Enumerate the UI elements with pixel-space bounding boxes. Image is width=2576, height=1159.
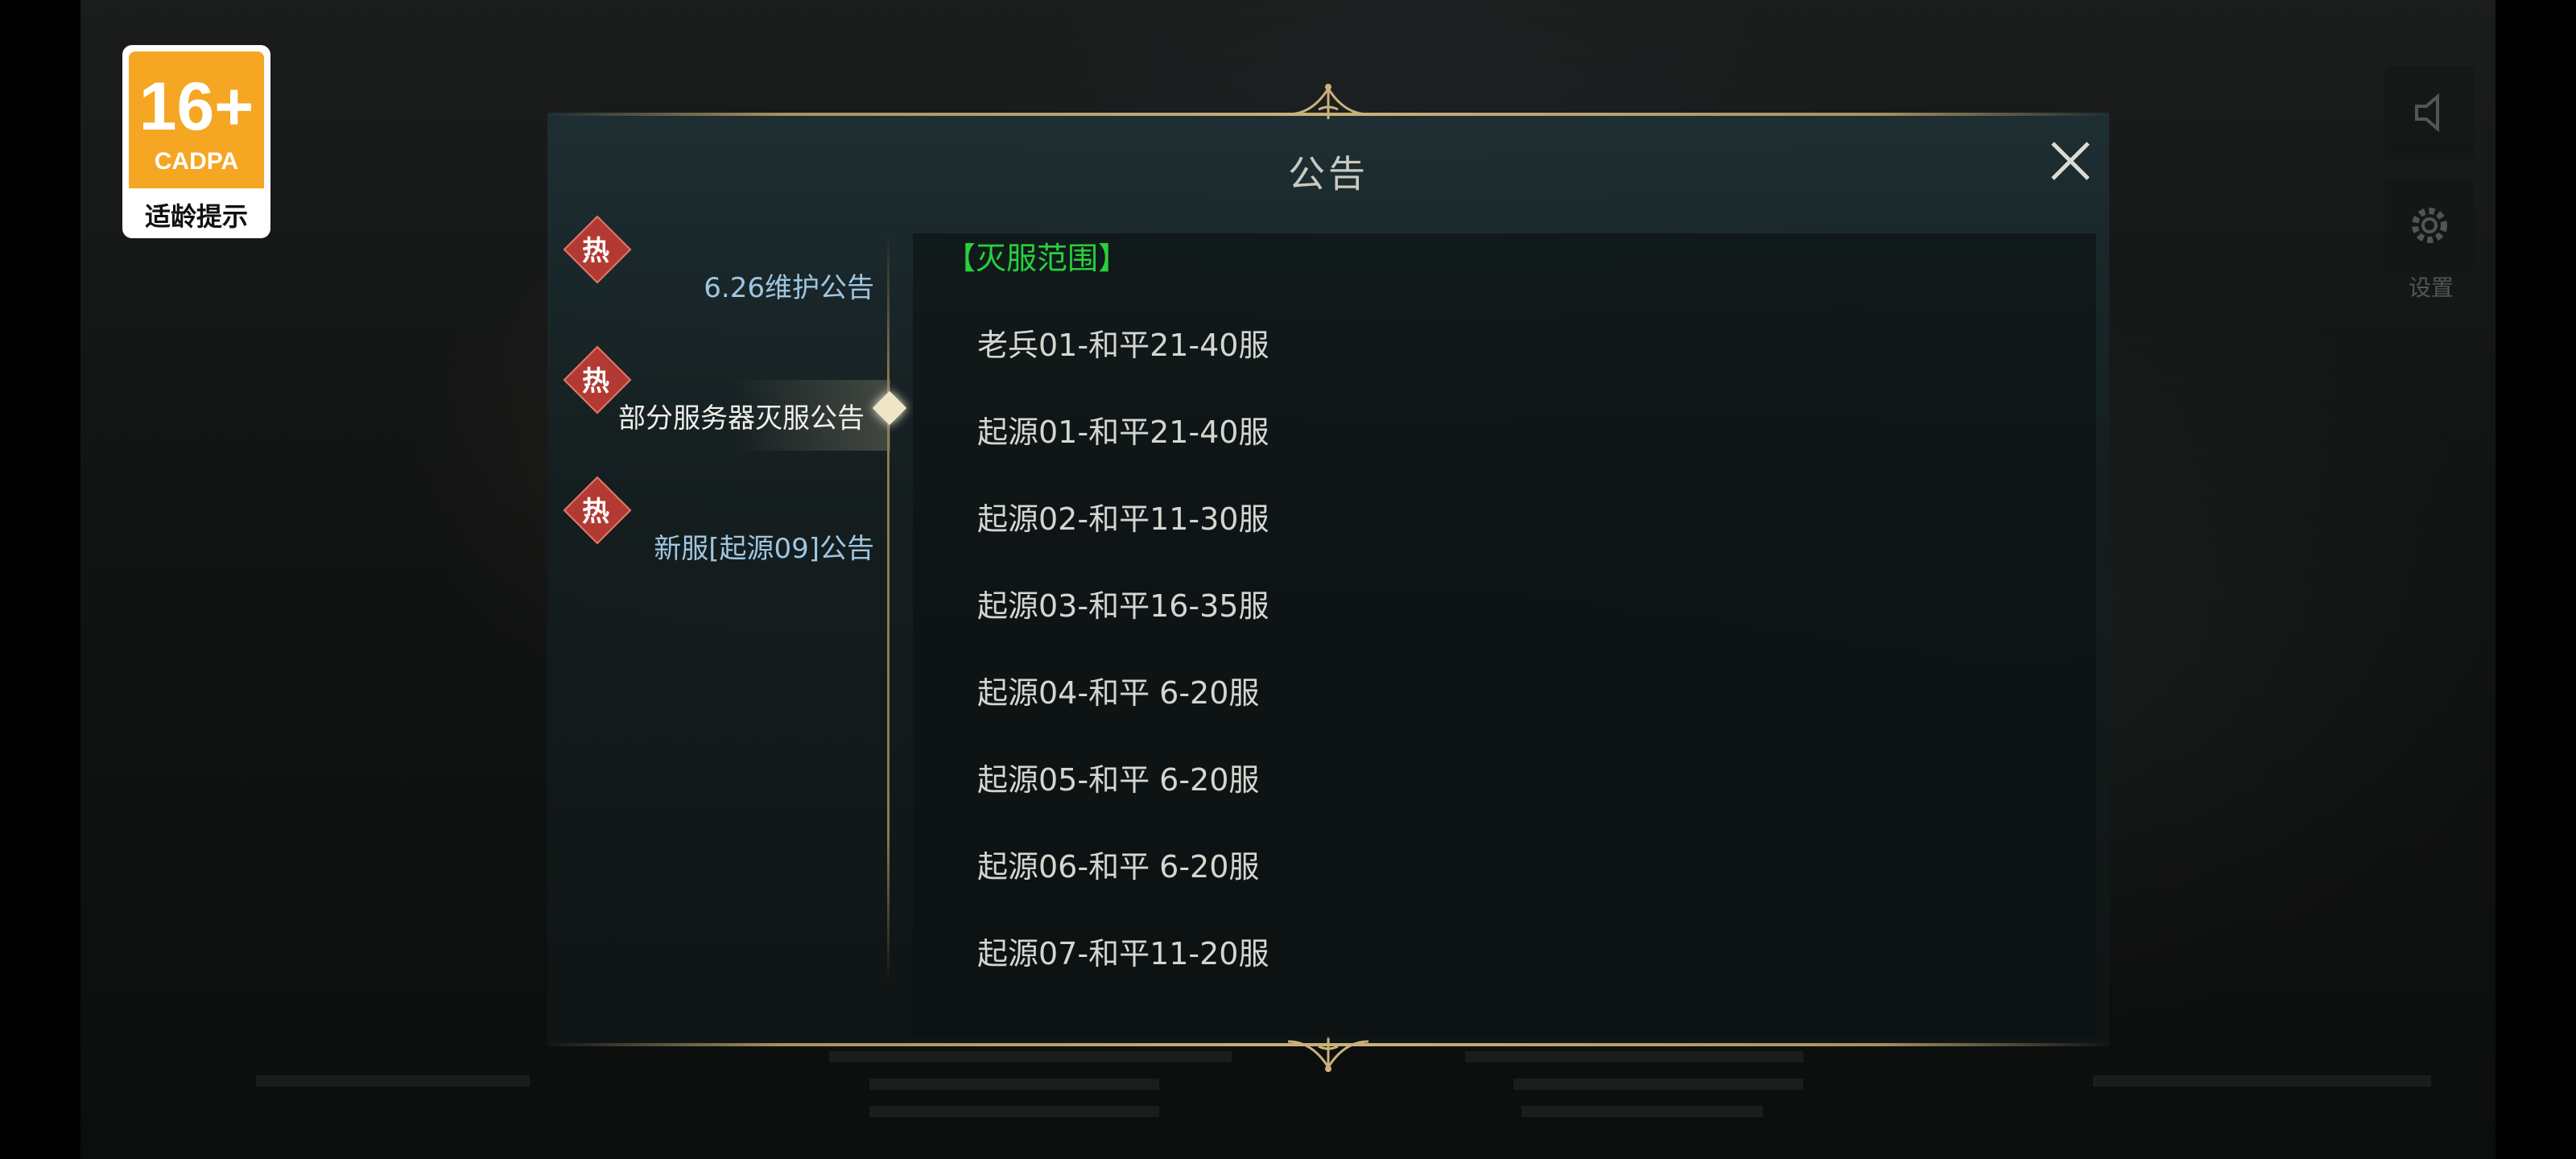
age-rating-label: 适龄提示 bbox=[144, 201, 248, 232]
close-button[interactable] bbox=[2038, 129, 2103, 193]
footer-legal-line bbox=[1465, 1051, 1803, 1062]
content-line: 起源03-和平16-35服 bbox=[977, 588, 1269, 624]
settings-label: 设置 bbox=[2408, 274, 2454, 301]
announcement-modal: 公告 热 6.26维护公告 热 部分服务器灭服公告 热 新服[起源09]公告 【… bbox=[547, 84, 2109, 1072]
footer-legal-line bbox=[256, 1075, 530, 1087]
footer-legal-line bbox=[1521, 1106, 1763, 1117]
close-icon bbox=[2051, 142, 2090, 180]
age-rating-number: 16+ bbox=[138, 68, 254, 144]
ornament-top-icon bbox=[1287, 84, 1369, 119]
content-line: 起源02-和平11-30服 bbox=[977, 501, 1269, 537]
tab-divider bbox=[887, 233, 890, 982]
tab-maintenance-626[interactable]: 热 6.26维护公告 bbox=[547, 215, 886, 322]
modal-title: 公告 bbox=[1288, 152, 1368, 196]
content-line: 起源06-和平 6-20服 bbox=[977, 849, 1260, 885]
footer-legal-line bbox=[869, 1079, 1159, 1090]
footer-legal-line bbox=[829, 1051, 1232, 1062]
announcement-content[interactable]: 【灭服范围】 老兵01-和平21-40服 起源01-和平21-40服 起源02-… bbox=[913, 233, 2096, 1038]
hot-badge: 热 bbox=[582, 234, 609, 267]
tab-label: 新服[起源09]公告 bbox=[654, 533, 874, 565]
content-line: 起源07-和平11-20服 bbox=[977, 936, 1269, 971]
content-line: 老兵01-和平21-40服 bbox=[977, 328, 1269, 363]
gear-icon bbox=[2412, 208, 2447, 243]
tab-label: 6.26维护公告 bbox=[704, 272, 874, 304]
hot-badge: 热 bbox=[582, 365, 609, 398]
tab-server-shutdown[interactable]: 热 部分服务器灭服公告 bbox=[547, 345, 890, 452]
content-heading: 【灭服范围】 bbox=[945, 241, 1129, 276]
footer-legal-line bbox=[2093, 1075, 2431, 1087]
footer-legal-line bbox=[1513, 1079, 1803, 1090]
content-line: 起源05-和平 6-20服 bbox=[977, 762, 1260, 798]
age-rating-org: CADPA bbox=[154, 148, 239, 175]
age-rating-top: 16+ CADPA bbox=[129, 52, 264, 188]
content-line: 起源01-和平21-40服 bbox=[977, 415, 1269, 450]
age-rating-badge: 16+ CADPA 适龄提示 bbox=[122, 45, 270, 238]
footer-legal-line bbox=[869, 1106, 1159, 1117]
content-line: 起源04-和平 6-20服 bbox=[977, 675, 1260, 711]
tab-new-server[interactable]: 热 新服[起源09]公告 bbox=[547, 476, 886, 583]
tab-label: 部分服务器灭服公告 bbox=[618, 402, 865, 435]
speaker-icon bbox=[2415, 93, 2439, 133]
hot-badge: 热 bbox=[582, 495, 609, 528]
settings-button[interactable] bbox=[2384, 179, 2475, 272]
speaker-toggle-button[interactable] bbox=[2384, 66, 2475, 159]
